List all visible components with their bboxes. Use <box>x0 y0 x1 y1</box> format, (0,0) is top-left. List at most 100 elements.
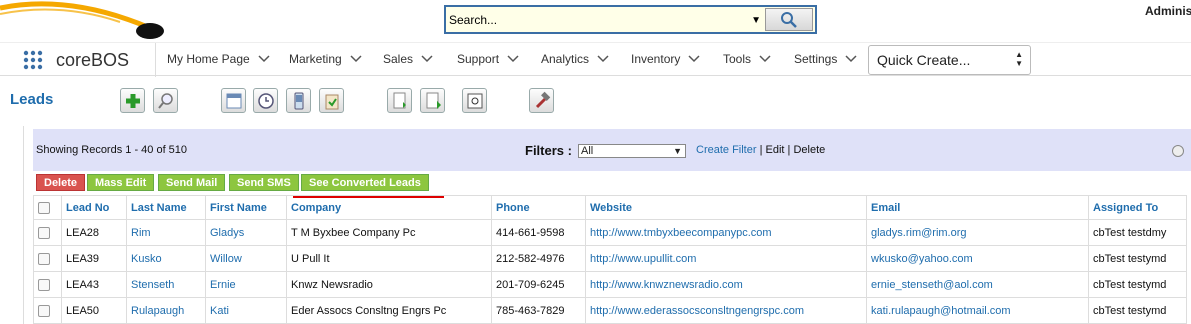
cell-first-name[interactable]: Gladys <box>205 219 287 246</box>
cell-last-name[interactable]: Stenseth <box>126 271 206 298</box>
quick-create-select[interactable]: Quick Create... ▲ ▼ <box>868 45 1031 75</box>
cell-email[interactable]: ernie_stenseth@aol.com <box>866 271 1089 298</box>
cell-company: U Pull It <box>286 245 492 272</box>
row-select-cell <box>33 297 62 324</box>
cell-first-name[interactable]: Willow <box>205 245 287 272</box>
cell-website[interactable]: http://www.upullit.com <box>585 245 867 272</box>
cell-email[interactable]: kati.rulapaugh@hotmail.com <box>866 297 1089 324</box>
nav-item-tools[interactable]: Tools <box>723 52 771 66</box>
nav-item-support[interactable]: Support <box>457 52 519 66</box>
record-count: Showing Records 1 - 40 of 510 <box>36 144 188 156</box>
add-lead-button[interactable] <box>120 88 145 113</box>
cell-email[interactable]: wkusko@yahoo.com <box>866 245 1089 272</box>
send-sms-button[interactable]: Send SMS <box>229 174 299 191</box>
row-checkbox[interactable] <box>38 252 50 265</box>
cell-phone: 414-661-9598 <box>491 219 586 246</box>
cell-phone: 212-582-4976 <box>491 245 586 272</box>
column-header-company[interactable]: Company <box>286 195 492 220</box>
user-menu[interactable]: Adminis <box>1145 4 1191 18</box>
page-title: Leads <box>10 91 54 108</box>
row-checkbox[interactable] <box>38 278 50 291</box>
cell-website[interactable]: http://www.knwznewsradio.com <box>585 271 867 298</box>
filter-select[interactable]: All ▼ <box>578 144 686 158</box>
cell-lead-no: LEA43 <box>61 271 127 298</box>
clipboard-button[interactable] <box>319 88 344 113</box>
search-leads-button[interactable] <box>153 88 178 113</box>
mobile-phone-icon <box>294 92 303 109</box>
clock-button[interactable] <box>253 88 278 113</box>
chevron-down-icon <box>258 55 270 63</box>
edit-filter-link[interactable]: Edit <box>766 144 785 156</box>
delete-filter-link[interactable]: Delete <box>793 144 825 156</box>
chevron-down-icon <box>507 55 519 63</box>
column-header-lead-no[interactable]: Lead No <box>61 195 127 220</box>
nav-item-label: Sales <box>383 52 414 66</box>
cell-company: Knwz Newsradio <box>286 271 492 298</box>
brand[interactable]: coreBOS <box>22 49 129 71</box>
see-converted-leads-button[interactable]: See Converted Leads <box>301 174 429 191</box>
quick-create-label: Quick Create... <box>877 52 971 68</box>
clock-icon <box>257 92 274 109</box>
cell-first-name[interactable]: Ernie <box>205 271 287 298</box>
search-leads-icon <box>157 92 173 109</box>
clipboard-icon <box>325 94 338 109</box>
find-duplicates-button[interactable] <box>462 88 487 113</box>
cell-lead-no: LEA39 <box>61 245 127 272</box>
table-row[interactable]: LEA50 Rulapaugh Kati Eder Assocs Consltng E… <box>33 297 1187 324</box>
delete-button[interactable]: Delete <box>36 174 86 191</box>
create-filter-link[interactable]: Create Filter <box>696 144 757 156</box>
nav-item-marketing[interactable]: Marketing <box>289 52 362 66</box>
find-duplicates-icon <box>467 93 482 108</box>
nav-item-my-home-page[interactable]: My Home Page <box>167 52 270 66</box>
search-input-value: Search... <box>449 12 498 27</box>
search-button[interactable] <box>765 8 813 31</box>
cell-assigned-to: cbTest testymd <box>1088 297 1187 324</box>
settings-hammer-button[interactable] <box>529 88 554 113</box>
chevron-down-icon <box>597 55 609 63</box>
main-navbar: coreBOS My Home Page Marketing Sales Suppor… <box>0 42 1191 77</box>
cell-company: Eder Assocs Consltng Engrs Pc <box>286 297 492 324</box>
chevron-down-icon <box>350 55 362 63</box>
cell-assigned-to: cbTest testymd <box>1088 245 1187 272</box>
cell-last-name[interactable]: Kusko <box>126 245 206 272</box>
nav-item-label: Settings <box>794 52 838 66</box>
nav-item-label: Inventory <box>631 52 681 66</box>
mass-edit-button[interactable]: Mass Edit <box>87 174 155 191</box>
mobile-phone-button[interactable] <box>286 88 311 113</box>
global-search: Search... ▼ <box>444 5 817 34</box>
nav-item-analytics[interactable]: Analytics <box>541 52 609 66</box>
select-all-checkbox[interactable] <box>38 201 50 214</box>
column-header-assigned-to[interactable]: Assigned To <box>1088 195 1187 220</box>
nav-item-settings[interactable]: Settings <box>794 52 857 66</box>
cell-website[interactable]: http://www.ederassocsconsltngengrspc.com <box>585 297 867 324</box>
nav-item-sales[interactable]: Sales <box>383 52 433 66</box>
pager-first-icon[interactable] <box>1172 145 1184 157</box>
column-header-website[interactable]: Website <box>585 195 867 220</box>
column-header-last-name[interactable]: Last Name <box>126 195 206 220</box>
column-header-phone[interactable]: Phone <box>491 195 586 220</box>
nav-divider <box>155 43 156 77</box>
table-header-row: Lead No Last Name First Name Company Phone We… <box>33 195 1187 220</box>
search-input[interactable]: Search... ▼ <box>446 7 765 32</box>
cell-email[interactable]: gladys.rim@rim.org <box>866 219 1089 246</box>
cell-last-name[interactable]: Rulapaugh <box>126 297 206 324</box>
export-button[interactable] <box>420 88 445 113</box>
cell-first-name[interactable]: Kati <box>205 297 287 324</box>
cell-last-name[interactable]: Rim <box>126 219 206 246</box>
send-mail-button[interactable]: Send Mail <box>158 174 226 191</box>
cell-website[interactable]: http://www.tmbyxbeecompanypc.com <box>585 219 867 246</box>
updown-arrows-icon: ▲ ▼ <box>1015 50 1023 68</box>
row-checkbox[interactable] <box>38 226 50 239</box>
table-row[interactable]: LEA39 Kusko Willow U Pull It 212-582-4976 htt… <box>33 245 1187 272</box>
nav-item-inventory[interactable]: Inventory <box>631 52 700 66</box>
column-header-first-name[interactable]: First Name <box>205 195 287 220</box>
chevron-down-icon <box>421 55 433 63</box>
table-row[interactable]: LEA28 Rim Gladys T M Byxbee Company Pc 414-6… <box>33 219 1187 246</box>
calendar-button[interactable] <box>221 88 246 113</box>
row-checkbox[interactable] <box>38 304 50 317</box>
import-button[interactable] <box>387 88 412 113</box>
table-row[interactable]: LEA43 Stenseth Ernie Knwz Newsradio 201-709-… <box>33 271 1187 298</box>
add-lead-icon <box>125 93 140 108</box>
cell-lead-no: LEA28 <box>61 219 127 246</box>
column-header-email[interactable]: Email <box>866 195 1089 220</box>
